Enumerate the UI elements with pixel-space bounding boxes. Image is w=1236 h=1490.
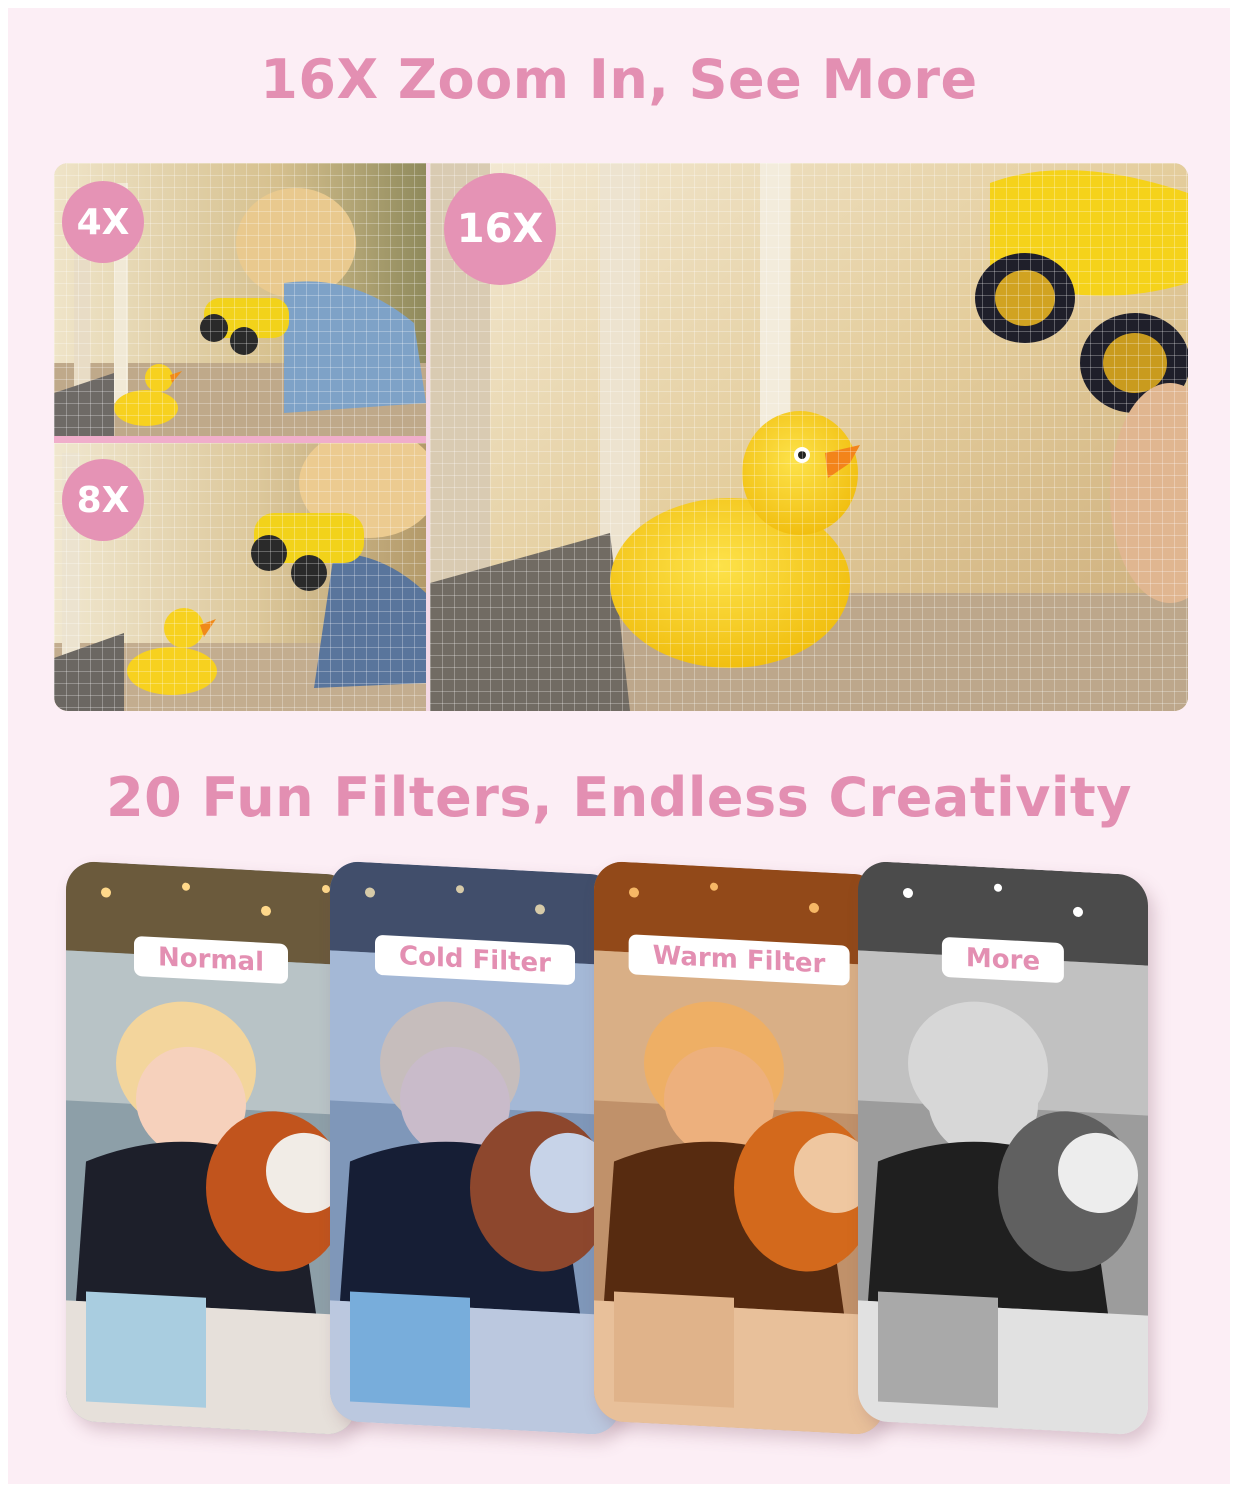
zoom-badge-4x: 4X bbox=[62, 181, 144, 263]
filter-label-normal: Normal bbox=[134, 935, 288, 985]
zoom-heading: 16X Zoom In, See More bbox=[260, 48, 978, 111]
filter-label-more: More bbox=[941, 936, 1065, 984]
filter-card-cold: Cold Filter bbox=[330, 860, 620, 1436]
photo-4x-zoom: 4X bbox=[54, 163, 426, 436]
filter-card-more: More bbox=[858, 860, 1148, 1436]
zoom-collage: 4X 8X 16X bbox=[54, 163, 1188, 711]
product-infographic: 16X Zoom In, See More 4X 8X 16X 20 Fun F… bbox=[8, 8, 1230, 1484]
filters-heading: 20 Fun Filters, Endless Creativity bbox=[106, 766, 1132, 829]
zoom-badge-16x: 16X bbox=[444, 173, 556, 285]
photo-8x-zoom: 8X bbox=[54, 443, 426, 711]
filter-cards: Normal Cold Filter Warm Filter More bbox=[8, 858, 1230, 1484]
filter-card-warm: Warm Filter bbox=[594, 860, 884, 1436]
photo-16x-zoom: 16X bbox=[430, 163, 1188, 711]
zoom-badge-8x: 8X bbox=[62, 459, 144, 541]
photo-divider bbox=[54, 436, 426, 443]
filter-card-normal: Normal bbox=[66, 860, 356, 1436]
